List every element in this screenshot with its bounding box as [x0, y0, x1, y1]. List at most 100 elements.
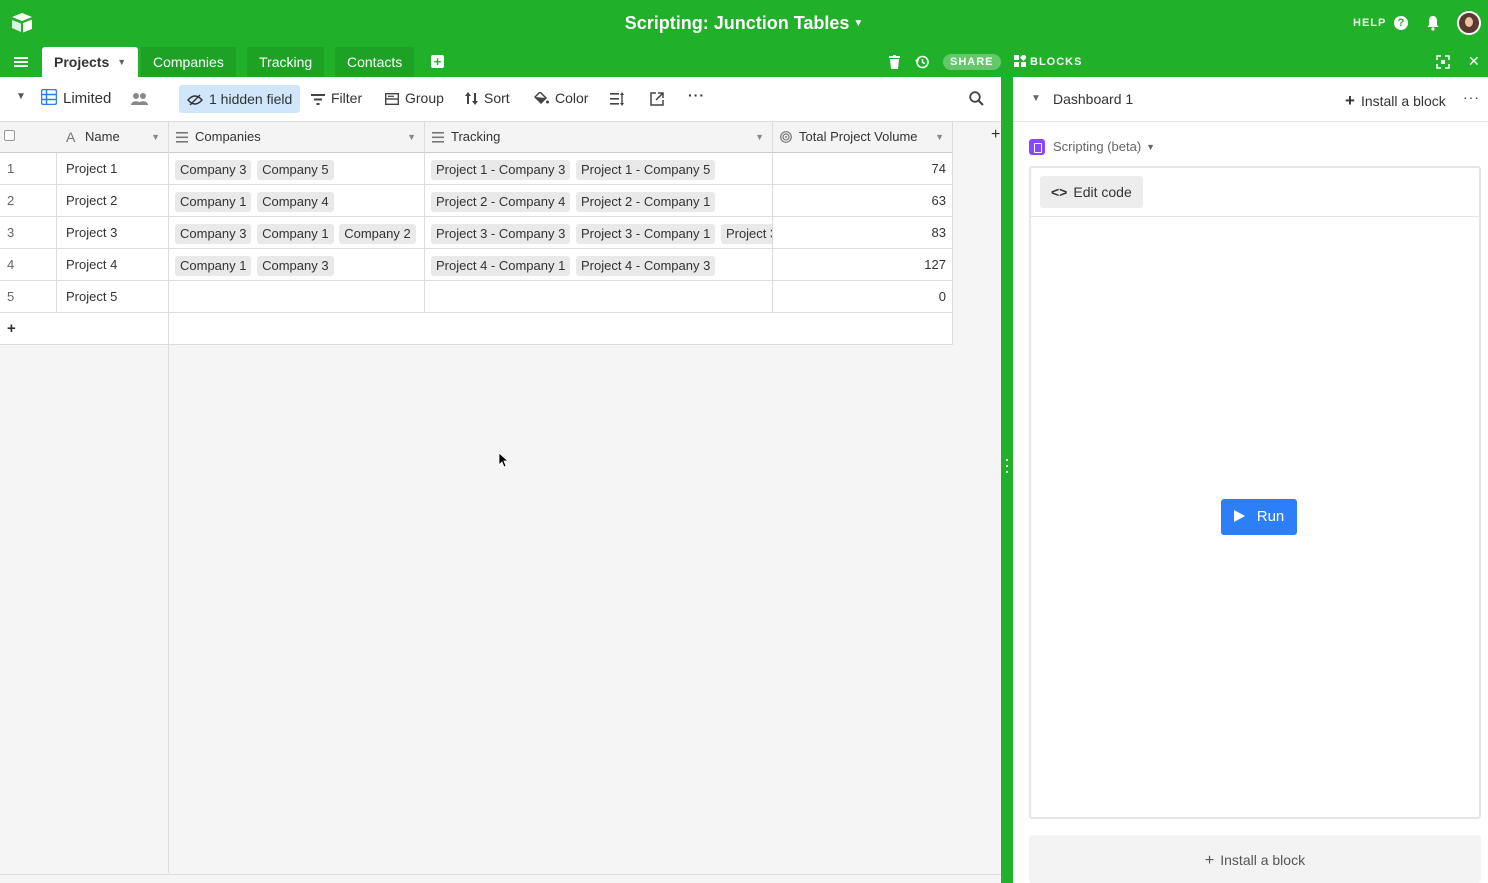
name-cell[interactable]: Project 2 — [57, 185, 169, 217]
linked-record-chip[interactable]: Company 2 — [339, 223, 416, 244]
more-options-icon[interactable]: ··· — [1463, 89, 1480, 105]
tracking-cell[interactable]: Project 3 - Company 3 Project 3 - Compan… — [425, 217, 773, 249]
avatar[interactable] — [1457, 11, 1481, 35]
sort-button[interactable]: Sort — [465, 90, 510, 106]
chevron-down-icon: ▼ — [1146, 142, 1156, 152]
install-block-bottom-button[interactable]: + Install a block — [1029, 835, 1481, 883]
name-cell[interactable]: Project 3 — [57, 217, 169, 249]
tab-companies[interactable]: Companies — [141, 47, 236, 77]
linked-record-chip[interactable]: Project 3 - Company 1 — [575, 223, 716, 244]
column-header-name[interactable]: A Name ▼ — [0, 122, 169, 153]
volume-cell[interactable]: 83 — [773, 217, 953, 249]
chevron-down-icon[interactable]: ▼ — [151, 122, 160, 152]
linked-record-chip[interactable]: Project 4 - Company 1 — [431, 255, 571, 276]
run-button[interactable]: Run — [1221, 499, 1297, 535]
share-view-icon[interactable] — [650, 92, 664, 106]
blocks-button[interactable]: BLOCKS — [1014, 54, 1082, 70]
hamburger-menu-icon[interactable] — [14, 57, 28, 67]
hidden-fields-button[interactable]: 1 hidden field — [179, 85, 301, 113]
add-row-button[interactable]: + — [0, 313, 169, 345]
group-button[interactable]: Group — [385, 90, 444, 106]
linked-record-chip[interactable]: Project 3 - Company 3 — [431, 223, 571, 244]
linked-record-chip[interactable]: Company 3 — [175, 159, 252, 180]
volume-cell[interactable]: 74 — [773, 153, 953, 185]
edit-code-button[interactable]: <> Edit code — [1040, 176, 1143, 208]
add-row-area[interactable] — [169, 313, 953, 345]
close-icon[interactable]: ✕ — [1468, 53, 1480, 70]
dashboard-header: ▼ Dashboard 1 + Install a block ··· — [1013, 77, 1488, 122]
companies-cell[interactable] — [169, 281, 425, 313]
pane-resize-handle[interactable] — [1001, 77, 1013, 883]
companies-cell[interactable]: Company 1 Company 3 — [169, 249, 425, 281]
chevron-down-icon[interactable]: ▼ — [755, 122, 764, 152]
companies-cell[interactable]: Company 3 Company 5 — [169, 153, 425, 185]
install-block-button[interactable]: + Install a block — [1345, 91, 1446, 111]
chevron-down-icon[interactable]: ▼ — [16, 91, 26, 102]
base-title[interactable]: Scripting: Junction Tables ▼ — [0, 13, 1488, 34]
linked-record-chip[interactable]: Company 4 — [257, 191, 334, 212]
tab-tracking[interactable]: Tracking — [247, 47, 325, 77]
row-number: 5 — [0, 281, 57, 313]
linked-record-chip[interactable]: Company 5 — [257, 159, 334, 180]
select-all-checkbox[interactable] — [4, 130, 15, 141]
paint-bucket-icon — [534, 92, 549, 105]
volume-cell[interactable]: 63 — [773, 185, 953, 217]
column-header-total-project-volume[interactable]: Total Project Volume ▼ — [773, 122, 953, 153]
companies-cell[interactable]: Company 1 Company 4 — [169, 185, 425, 217]
add-field-icon[interactable]: + — [991, 126, 1000, 144]
help-icon[interactable]: ? — [1394, 16, 1408, 30]
block-name-dropdown[interactable]: Scripting (beta) ▼ — [1029, 139, 1155, 155]
chevron-down-icon[interactable]: ▼ — [935, 122, 944, 152]
linked-record-chip[interactable]: Company 3 — [175, 223, 252, 244]
dashboard-title[interactable]: Dashboard 1 — [1053, 91, 1133, 107]
companies-cell[interactable]: Company 3 Company 1 Company 2 — [169, 217, 425, 249]
name-cell[interactable]: Project 5 — [57, 281, 169, 313]
linked-record-chip[interactable]: Company 1 — [175, 255, 252, 276]
name-cell[interactable]: Project 4 — [57, 249, 169, 281]
linked-record-chip[interactable]: Project 2 - Company 1 — [575, 191, 716, 212]
tracking-cell[interactable]: Project 1 - Company 3 Project 1 - Compan… — [425, 153, 773, 185]
help-link[interactable]: HELP — [1353, 17, 1386, 29]
chevron-down-icon: ▼ — [853, 18, 864, 29]
chevron-down-icon[interactable]: ▼ — [117, 57, 126, 67]
tracking-cell[interactable] — [425, 281, 773, 313]
linked-record-chip[interactable]: Company 1 — [175, 191, 252, 212]
search-icon[interactable] — [969, 91, 984, 106]
chevron-down-icon[interactable]: ▼ — [1031, 93, 1041, 104]
linked-record-chip[interactable]: Project 2 - Company 4 — [431, 191, 571, 212]
bell-icon[interactable] — [1425, 15, 1441, 31]
add-table-icon[interactable]: + — [431, 55, 444, 68]
row-height-icon[interactable] — [610, 92, 624, 106]
volume-cell[interactable]: 0 — [773, 281, 953, 313]
column-header-tracking[interactable]: Tracking ▼ — [425, 122, 773, 153]
history-icon[interactable] — [915, 55, 929, 69]
view-switcher[interactable]: Limited — [41, 89, 111, 107]
column-label: Companies — [195, 129, 261, 144]
tracking-cell[interactable]: Project 4 - Company 1 Project 4 - Compan… — [425, 249, 773, 281]
collaborators-icon[interactable] — [131, 92, 148, 105]
tab-contacts[interactable]: Contacts — [335, 47, 415, 77]
tracking-cell[interactable]: Project 2 - Company 4 Project 2 - Compan… — [425, 185, 773, 217]
tab-projects[interactable]: Projects ▼ — [42, 47, 139, 77]
color-button[interactable]: Color — [534, 90, 588, 106]
fullscreen-icon[interactable] — [1436, 55, 1450, 69]
volume-cell[interactable]: 127 — [773, 249, 953, 281]
more-options-icon[interactable]: ··· — [688, 87, 705, 103]
column-header-companies[interactable]: Companies ▼ — [169, 122, 425, 153]
trash-icon[interactable] — [889, 55, 900, 69]
linked-record-chip[interactable]: Project 3 - — [720, 223, 772, 244]
chevron-down-icon[interactable]: ▼ — [407, 122, 416, 152]
linked-record-chip[interactable]: Company 1 — [257, 223, 334, 244]
linked-record-chip[interactable]: Project 4 - Company 3 — [575, 255, 716, 276]
scripting-block-frame: <> Edit code Run — [1029, 166, 1481, 819]
plus-icon: + — [1204, 852, 1215, 869]
row-number: 2 — [0, 185, 57, 217]
linked-record-chip[interactable]: Company 3 — [257, 255, 334, 276]
share-button[interactable]: SHARE — [943, 54, 1001, 70]
linked-record-chip[interactable]: Project 1 - Company 5 — [575, 159, 716, 180]
name-cell[interactable]: Project 1 — [57, 153, 169, 185]
group-icon — [385, 93, 399, 105]
filter-button[interactable]: Filter — [311, 90, 362, 106]
blocks-pane: ▼ Dashboard 1 + Install a block ··· Scrip… — [1013, 77, 1488, 883]
linked-record-chip[interactable]: Project 1 - Company 3 — [431, 159, 571, 180]
